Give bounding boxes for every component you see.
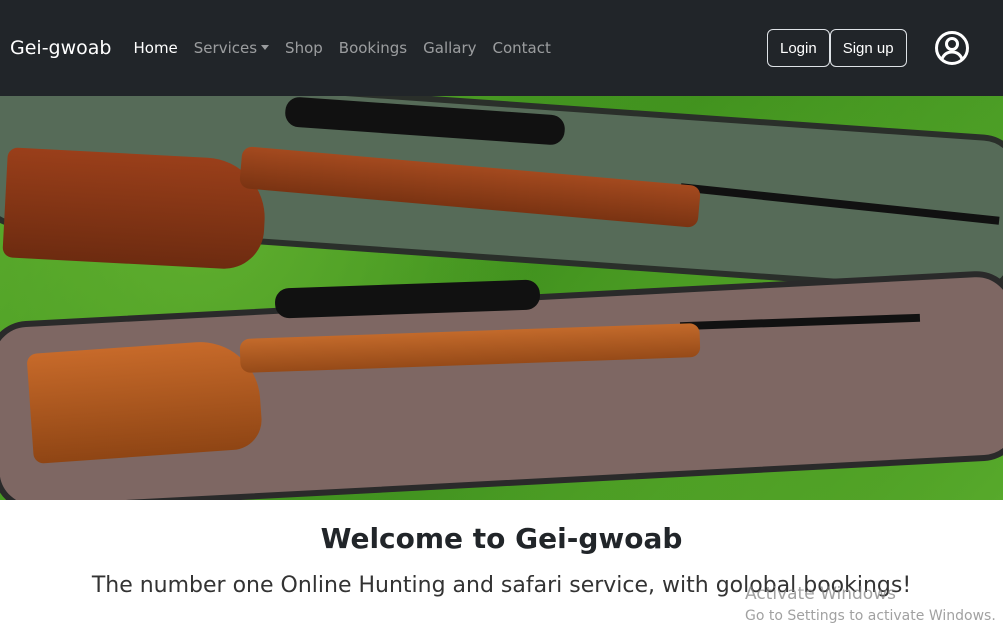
watermark-title: Activate Windows (745, 584, 896, 604)
signup-button[interactable]: Sign up (829, 29, 907, 67)
nav-home[interactable]: Home (133, 39, 177, 57)
windows-activation-watermark: Activate Windows Go to Settings to activ… (745, 583, 996, 627)
page-title: Welcome to Gei-gwoab (320, 522, 683, 555)
user-circle-icon[interactable] (934, 30, 970, 66)
caret-down-icon (261, 45, 270, 50)
rifle-stock (2, 147, 268, 271)
nav-services-label: Services (193, 39, 258, 57)
nav-links: Home Services Shop Bookings Gallary Cont… (133, 39, 550, 57)
brand-link[interactable]: Gei-gwoab (10, 37, 111, 59)
login-button[interactable]: Login (767, 29, 830, 67)
nav-contact[interactable]: Contact (493, 39, 551, 57)
hero-image (0, 96, 1003, 500)
nav-gallary[interactable]: Gallary (423, 39, 476, 57)
nav-bookings[interactable]: Bookings (339, 39, 407, 57)
watermark-text: Go to Settings to activate Windows. (745, 608, 996, 624)
navbar: Gei-gwoab Home Services Shop Bookings Ga… (0, 0, 1003, 96)
rifle-stock (26, 338, 264, 464)
nav-services-dropdown[interactable]: Services (193, 39, 270, 57)
nav-shop[interactable]: Shop (285, 39, 323, 57)
